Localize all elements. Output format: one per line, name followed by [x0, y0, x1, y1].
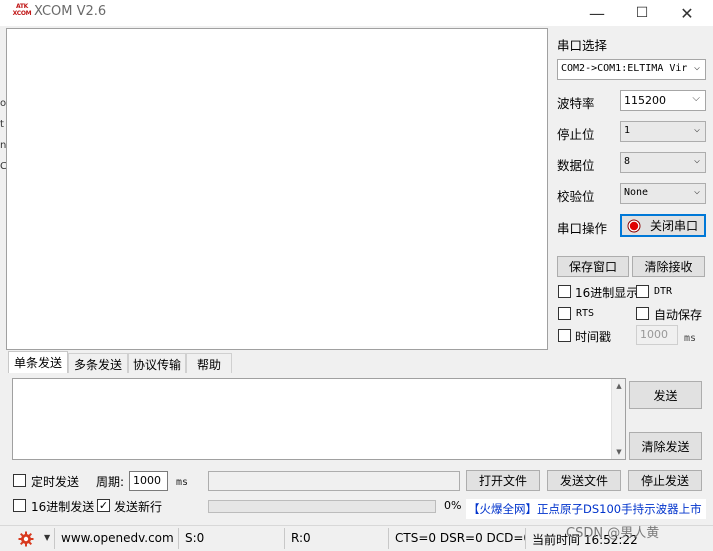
minimize-button[interactable]: — — [574, 0, 620, 26]
period-input[interactable]: 1000 — [129, 471, 168, 491]
title-bar: ATK XCOM XCOM V2.6 — ☐ ✕ — [0, 0, 713, 26]
send-scrollbar[interactable]: ▲ ▼ — [611, 379, 625, 459]
receive-area[interactable] — [6, 28, 548, 350]
timed-send-label: 定时发送 — [31, 475, 80, 489]
gear-icon — [18, 531, 34, 547]
data-bits-label: 数据位 — [557, 158, 595, 173]
baud-label: 波特率 — [557, 96, 595, 111]
chevron-down-icon: ⌵ — [693, 155, 700, 166]
chevron-down-icon: ⌵ — [693, 62, 700, 73]
send-progress-bar — [208, 500, 436, 513]
send-button[interactable]: 发送 — [629, 381, 702, 409]
tab-help[interactable]: 帮助 — [186, 353, 232, 373]
edge-fragment: t — [0, 119, 4, 130]
send-file-button[interactable]: 发送文件 — [547, 470, 621, 491]
status-led-icon — [627, 219, 641, 232]
promo-link[interactable]: 【火爆全网】正点原子DS100手持示波器上市 — [466, 499, 706, 519]
send-input[interactable]: ▲ ▼ — [12, 378, 626, 460]
port-select[interactable]: COM2->COM1:ELTIMA Vir ⌵ — [557, 59, 706, 80]
file-path-input[interactable] — [208, 471, 460, 491]
send-newline-checkbox[interactable]: ✓ — [97, 499, 110, 512]
parity-select[interactable]: None ⌵ — [620, 183, 706, 204]
timestamp-checkbox[interactable] — [558, 329, 571, 342]
window-title: XCOM V2.6 — [34, 4, 107, 19]
stop-bits-label: 停止位 — [557, 127, 595, 142]
baud-select[interactable]: 115200 ⌵ — [620, 90, 706, 111]
tab-protocol[interactable]: 协议传输 — [128, 353, 186, 373]
tab-multi-send[interactable]: 多条发送 — [68, 353, 128, 373]
port-select-label: 串口选择 — [557, 38, 608, 53]
stop-bits-select[interactable]: 1 ⌵ — [620, 121, 706, 142]
received-count: R:0 — [285, 528, 389, 549]
hex-display-label: 16进制显示 — [575, 286, 639, 300]
maximize-button[interactable]: ☐ — [619, 0, 665, 26]
chevron-down-icon: ⌵ — [693, 186, 700, 197]
website-link[interactable]: www.openedv.com — [55, 528, 179, 549]
timestamp-unit: ms — [684, 333, 697, 344]
scroll-down-icon[interactable]: ▼ — [612, 448, 626, 456]
auto-save-label: 自动保存 — [654, 308, 703, 322]
sent-count: S:0 — [179, 528, 285, 549]
rts-label: RTS — [576, 308, 595, 319]
close-button[interactable]: ✕ — [664, 0, 710, 26]
save-window-button[interactable]: 保存窗口 — [557, 256, 629, 277]
parity-label: 校验位 — [557, 189, 595, 204]
data-bits-select[interactable]: 8 ⌵ — [620, 152, 706, 173]
settings-menu[interactable]: ▼ — [0, 528, 55, 549]
app-logo: ATK XCOM — [12, 3, 32, 17]
scroll-up-icon[interactable]: ▲ — [612, 382, 626, 390]
rts-checkbox[interactable] — [558, 307, 571, 320]
watermark: CSDN @男人黄 — [566, 526, 660, 541]
hex-send-label: 16进制发送 — [31, 500, 95, 514]
chevron-down-icon: ⌵ — [692, 93, 700, 104]
dropdown-arrow-icon: ▼ — [44, 533, 51, 542]
period-label: 周期: — [96, 475, 125, 489]
hex-send-checkbox[interactable] — [13, 499, 26, 512]
close-port-button[interactable]: 关闭串口 — [620, 214, 706, 237]
auto-save-checkbox[interactable] — [636, 307, 649, 320]
timestamp-label: 时间戳 — [575, 330, 612, 344]
hex-display-checkbox[interactable] — [558, 285, 571, 298]
open-file-button[interactable]: 打开文件 — [466, 470, 540, 491]
timestamp-interval-input[interactable]: 1000 — [636, 325, 678, 345]
tab-single-send[interactable]: 单条发送 — [8, 351, 68, 373]
chevron-down-icon: ⌵ — [693, 124, 700, 135]
dtr-label: DTR — [654, 286, 673, 297]
stop-send-button[interactable]: 停止发送 — [628, 470, 702, 491]
send-newline-label: 发送新行 — [114, 500, 163, 514]
send-progress-text: 0% — [444, 499, 462, 512]
clear-receive-button[interactable]: 清除接收 — [632, 256, 705, 277]
signal-status: CTS=0 DSR=0 DCD=0 — [389, 528, 526, 549]
clear-send-button[interactable]: 清除发送 — [629, 432, 702, 460]
period-unit: ms — [176, 477, 189, 488]
port-op-label: 串口操作 — [557, 221, 608, 236]
timed-send-checkbox[interactable] — [13, 474, 26, 487]
dtr-checkbox[interactable] — [636, 285, 649, 298]
